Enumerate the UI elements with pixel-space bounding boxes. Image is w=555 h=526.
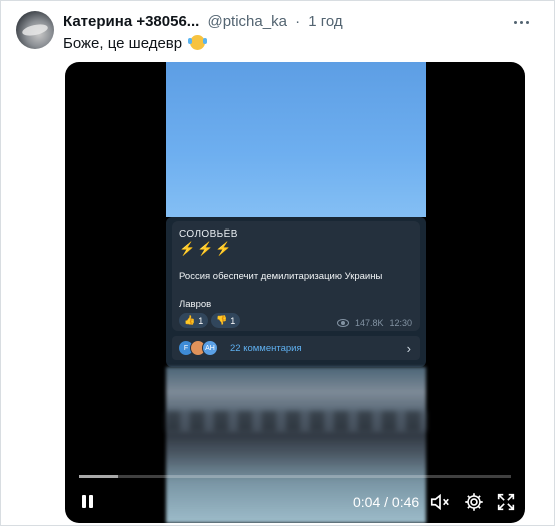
thumbs-up-reaction: 👍 1 — [179, 313, 209, 328]
comments-bar: F АН 22 комментария › — [172, 336, 420, 360]
thumbs-up-icon: 👍 — [184, 315, 196, 325]
tweet-time[interactable]: 1 год — [308, 13, 342, 30]
tweet-text: Боже, це шедевр — [63, 35, 208, 52]
laughing-emoji-icon — [188, 35, 208, 50]
thumbs-down-reaction: 👎 1 — [211, 313, 241, 328]
volume-muted-icon[interactable] — [429, 491, 451, 513]
thumbs-down-count: 1 — [230, 315, 236, 326]
separator-dot: · — [295, 13, 301, 30]
author-avatar[interactable] — [16, 11, 54, 49]
author-name[interactable]: Катерина +38056... — [63, 13, 199, 30]
comments-count: 22 комментария — [230, 343, 302, 354]
video-player[interactable]: СОЛОВЬЁВ ⚡⚡⚡ Россия обеспечит демилитари… — [65, 62, 525, 523]
post-stats: 147.8K 12:30 — [336, 318, 412, 328]
tweet-text-body: Боже, це шедевр — [63, 35, 183, 52]
chevron-right-icon: › — [406, 341, 411, 356]
timecode: 0:04 / 0:46 — [353, 494, 420, 510]
tweet-header: Катерина +38056... @pticha_ka · 1 год — [63, 13, 343, 30]
commenter-avatar: АН — [202, 340, 218, 356]
post-time: 12:30 — [389, 318, 412, 328]
author-handle[interactable]: @pticha_ka — [207, 13, 286, 30]
progress-fill — [79, 475, 118, 478]
telegram-post: СОЛОВЬЁВ ⚡⚡⚡ Россия обеспечит демилитари… — [166, 217, 426, 367]
gear-icon[interactable] — [463, 491, 485, 513]
post-card: СОЛОВЬЁВ ⚡⚡⚡ Россия обеспечит демилитари… — [172, 221, 420, 331]
progress-bar[interactable] — [79, 475, 511, 478]
channel-name: СОЛОВЬЁВ — [179, 229, 238, 240]
thumbs-up-count: 1 — [198, 315, 204, 326]
more-options-icon[interactable] — [510, 11, 532, 33]
video-frame: СОЛОВЬЁВ ⚡⚡⚡ Россия обеспечит демилитари… — [166, 62, 426, 523]
post-signature: Лавров — [179, 299, 212, 310]
lightning-icons: ⚡⚡⚡ — [179, 241, 234, 256]
thumbs-down-icon: 👎 — [216, 315, 228, 325]
sky-area — [166, 62, 426, 217]
views-count: 147.8K — [354, 318, 384, 328]
eye-icon — [336, 319, 349, 327]
post-message: Россия обеспечит демилитаризацию Украины — [179, 271, 383, 282]
fullscreen-icon[interactable] — [495, 491, 517, 513]
pause-button[interactable] — [78, 492, 98, 512]
